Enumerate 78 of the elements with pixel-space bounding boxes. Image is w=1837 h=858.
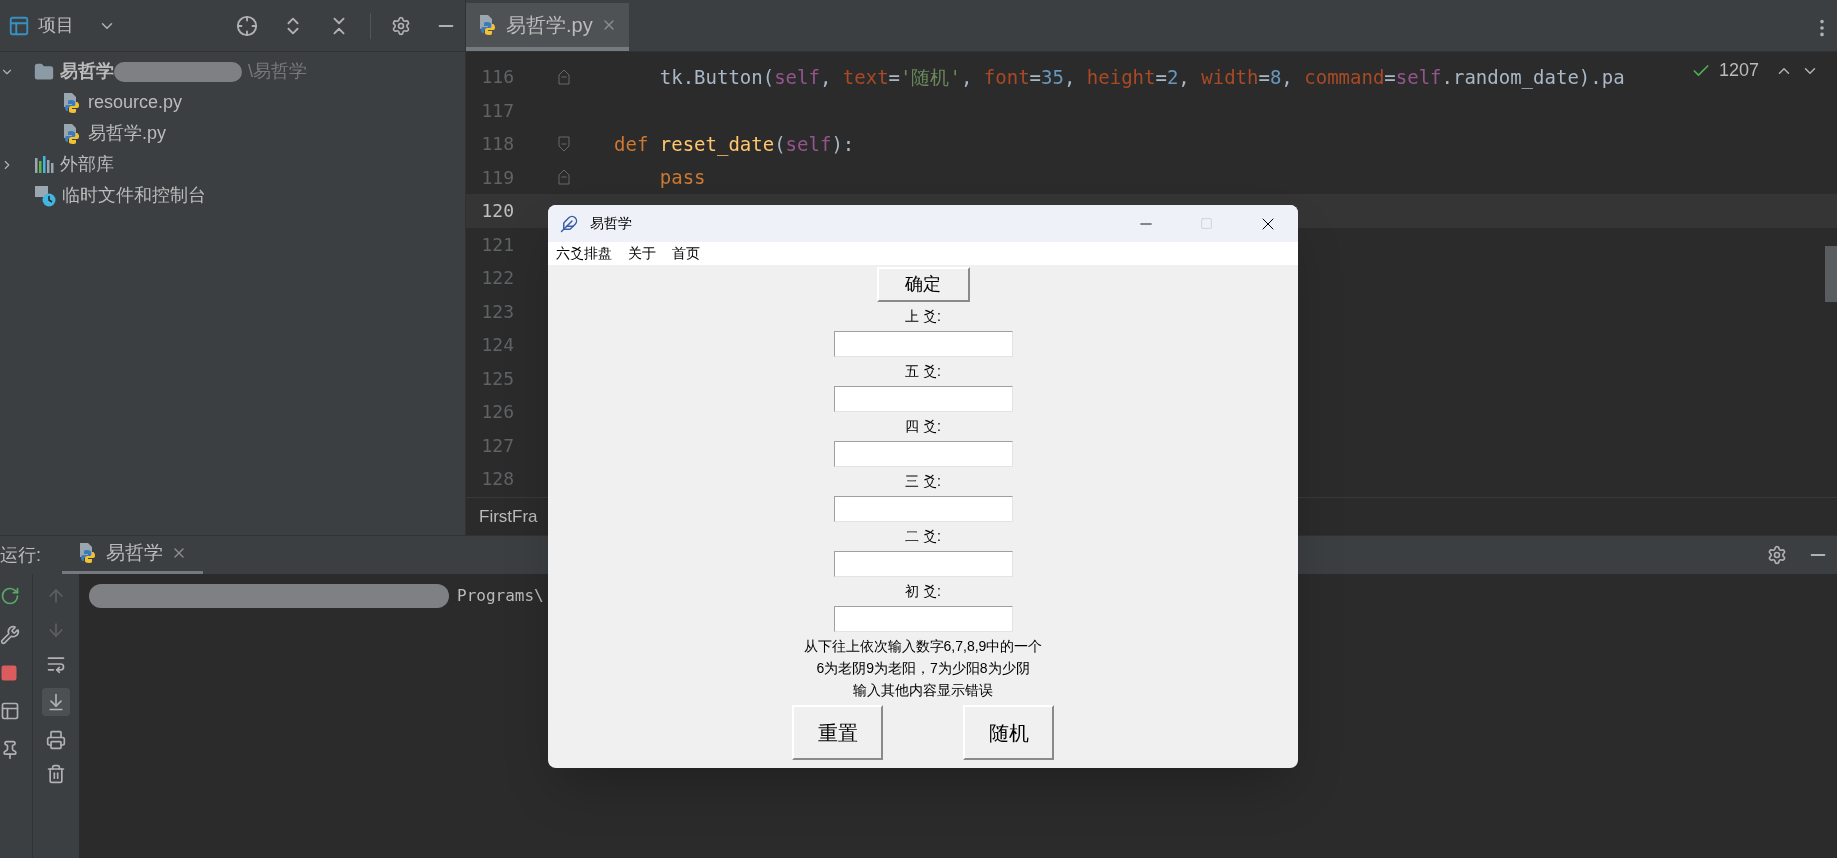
confirm-button[interactable]: 确定: [876, 267, 970, 302]
feather-icon: [560, 214, 578, 233]
inspection-count[interactable]: 1207: [1718, 57, 1759, 84]
code-line: pass: [658, 165, 706, 190]
settings-icon[interactable]: [1767, 545, 1787, 565]
window-title: 易哲学: [590, 214, 632, 233]
python-file-icon: [62, 91, 82, 114]
field-label: 上 爻:: [905, 307, 941, 326]
fold-start-icon[interactable]: [558, 68, 570, 85]
stop-icon[interactable]: [0, 664, 18, 682]
line-number: 126: [480, 400, 514, 425]
python-file-icon: [478, 14, 498, 36]
input-field[interactable]: [833, 496, 1013, 522]
menu-item[interactable]: 首页: [672, 243, 700, 264]
console-output: Programs\: [457, 585, 544, 607]
project-icon: [8, 14, 30, 37]
python-run-icon: [78, 542, 98, 564]
action-button[interactable]: 重置: [792, 705, 883, 760]
folder-path: \易哲学: [248, 60, 307, 83]
pin-icon[interactable]: [0, 740, 20, 760]
menu-item[interactable]: 六爻排盘: [556, 243, 612, 264]
line-number: 118: [480, 132, 514, 157]
breadcrumb[interactable]: FirstFra: [479, 503, 538, 530]
instruction-text: 从下往上依次输入数字6,7,8,9中的一个: [803, 637, 1043, 656]
scratch-file-icon: [34, 184, 56, 207]
delete-icon[interactable]: [46, 764, 66, 784]
input-field[interactable]: [833, 551, 1013, 577]
editor-tab[interactable]: 易哲学.py: [466, 3, 629, 51]
tree-item-label[interactable]: 外部库: [60, 151, 114, 178]
input-field[interactable]: [833, 386, 1013, 412]
python-file-icon: [62, 122, 82, 145]
line-number: 127: [480, 433, 514, 458]
folder-icon: [34, 61, 54, 82]
tree-item-label[interactable]: 临时文件和控制台: [62, 182, 206, 209]
line-number: 117: [480, 98, 514, 123]
input-field[interactable]: [833, 606, 1013, 632]
run-panel-title: 运行:: [0, 543, 42, 567]
tab-label: 易哲学.py: [506, 13, 593, 38]
scroll-to-end-toggle[interactable]: [42, 688, 70, 716]
library-icon: [34, 155, 54, 174]
menu-item[interactable]: 关于: [628, 243, 656, 264]
fold-start-icon[interactable]: [558, 169, 570, 186]
line-number: 116: [480, 65, 514, 90]
field-label: 四 爻:: [905, 417, 941, 436]
field-label: 五 爻:: [905, 362, 941, 381]
scroll-to-end-icon: [46, 692, 66, 712]
fold-end-icon[interactable]: [558, 135, 570, 152]
tree-item-label[interactable]: resource.py: [88, 89, 183, 116]
line-number: 122: [480, 266, 514, 291]
input-field[interactable]: [833, 441, 1013, 467]
line-number: 120: [480, 199, 514, 224]
line-number: 128: [480, 467, 514, 492]
code-line: tk.Button(self, text='随机', font=35, height=2, width=8, command=self.random_date).pa: [658, 64, 1625, 91]
locate-icon[interactable]: [236, 14, 258, 37]
tab-label: 易哲学: [106, 540, 163, 565]
line-number: 124: [480, 333, 514, 358]
panel-title[interactable]: 项目: [38, 12, 74, 39]
code-line: def reset_date(self):: [614, 131, 855, 158]
field-label: 初 爻:: [905, 582, 941, 601]
line-number: 125: [480, 366, 514, 391]
action-button[interactable]: 随机: [963, 705, 1054, 760]
instruction-text: 输入其他内容显示错误: [853, 681, 993, 700]
soft-wrap-icon[interactable]: [46, 654, 66, 674]
instruction-text: 6为老阴9为老阳，7为少阳8为少阴: [816, 659, 1030, 678]
tree-item-label[interactable]: 易哲学: [60, 58, 114, 85]
line-number: 123: [480, 299, 514, 324]
line-number: 119: [480, 165, 514, 190]
settings-icon[interactable]: [391, 15, 411, 36]
scrollbar-thumb[interactable]: [1825, 246, 1837, 302]
wrench-icon[interactable]: [0, 625, 20, 645]
print-icon[interactable]: [46, 730, 66, 750]
field-label: 二 爻:: [905, 527, 941, 546]
input-field[interactable]: [833, 331, 1013, 357]
tree-item-label[interactable]: 易哲学.py: [88, 120, 166, 147]
line-number: 121: [480, 232, 514, 257]
field-label: 三 爻:: [905, 472, 941, 491]
rerun-icon[interactable]: [0, 586, 20, 606]
layout-icon[interactable]: [0, 701, 20, 721]
